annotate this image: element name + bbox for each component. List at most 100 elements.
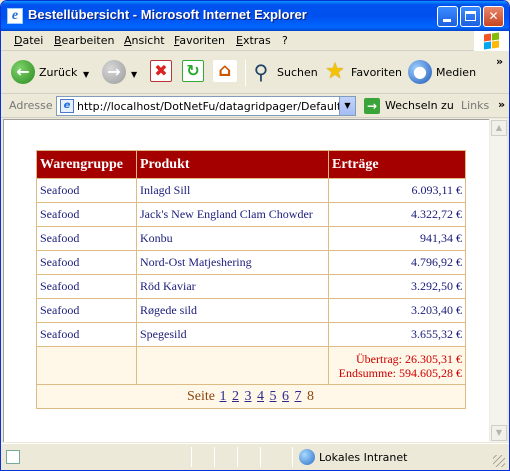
page-link-7[interactable]: 7	[295, 389, 302, 404]
resize-grip[interactable]	[493, 455, 505, 467]
status-separator	[214, 447, 215, 467]
minimize-icon	[443, 19, 451, 22]
address-url[interactable]: http://localhost/DotNetFu/datagridpager/…	[77, 100, 343, 113]
page-link-6[interactable]: 6	[282, 389, 289, 404]
table-row: Seafood Spegesild 3.655,32 €	[36, 322, 466, 347]
cell-produkt: Spegesild	[136, 322, 329, 347]
menu-help[interactable]: ?	[282, 34, 288, 47]
favorites-star-icon: ★	[325, 59, 345, 84]
cell-ertraege: 3.292,50 €	[328, 274, 466, 299]
cell-warengruppe: Seafood	[36, 202, 137, 227]
grid-footer-row: Übertrag: 26.305,31 € Endsumme: 594.605,…	[36, 346, 466, 385]
page-link-5[interactable]: 5	[270, 389, 277, 404]
stop-button[interactable]: ✖	[150, 60, 174, 86]
intranet-zone-icon	[299, 449, 315, 465]
page-content: Warengruppe Produkt Erträge Seafood Inla…	[3, 119, 489, 442]
toolbar: ← Zurück ▼ → ▼ ✖ ↻ ⌂ ⚲ Suchen ★ Favorite…	[1, 52, 509, 94]
refresh-button[interactable]: ↻	[182, 60, 206, 86]
menu-datei[interactable]: Datei	[14, 34, 43, 47]
maximize-button[interactable]	[460, 6, 481, 27]
address-field[interactable]: e http://localhost/DotNetFu/datagridpage…	[56, 96, 356, 116]
page-link-3[interactable]: 3	[245, 389, 252, 404]
status-separator	[237, 447, 238, 467]
column-header-warengruppe: Warengruppe	[36, 150, 137, 179]
page-favicon-icon: e	[60, 99, 74, 113]
cell-warengruppe: Seafood	[36, 298, 137, 323]
cell-produkt: Röd Kaviar	[136, 274, 329, 299]
media-button[interactable]: ● Medien	[408, 60, 476, 86]
page-link-4[interactable]: 4	[257, 389, 264, 404]
forward-button[interactable]: →	[102, 60, 126, 86]
page-link-1[interactable]: 1	[220, 389, 227, 404]
search-button[interactable]: ⚲ Suchen	[249, 60, 318, 86]
pager: Seite 1 2 3 4 5 6 7 8	[36, 384, 466, 409]
menu-extras[interactable]: Extras	[236, 34, 271, 47]
cell-warengruppe: Seafood	[36, 226, 137, 251]
refresh-icon: ↻	[182, 60, 204, 82]
grid-pager-row: Seite 1 2 3 4 5 6 7 8	[36, 384, 466, 409]
media-label: Medien	[436, 66, 477, 79]
cell-ertraege: 941,34 €	[328, 226, 466, 251]
back-label: Zurück	[39, 66, 78, 79]
table-row: Seafood Jack's New England Clam Chowder …	[36, 202, 466, 227]
back-arrow-icon: ←	[11, 60, 35, 84]
status-separator	[260, 447, 261, 467]
menu-bar: Datei Bearbeiten Ansicht Favoriten Extra…	[1, 31, 509, 51]
page-link-2[interactable]: 2	[232, 389, 239, 404]
back-button[interactable]: ← Zurück	[11, 60, 89, 86]
stop-icon: ✖	[150, 60, 172, 82]
data-grid: Warengruppe Produkt Erträge Seafood Inla…	[36, 150, 466, 409]
column-header-ertraege: Erträge	[328, 150, 466, 179]
favorites-button[interactable]: ★ Favoriten	[323, 59, 402, 86]
footer-cell-empty	[36, 346, 137, 385]
footer-cell-empty	[136, 346, 329, 385]
title-bar[interactable]: e Bestellübersicht - Microsoft Internet …	[1, 1, 509, 31]
search-icon: ⚲	[253, 60, 269, 84]
table-row: Seafood Röd Kaviar 3.292,50 €	[36, 274, 466, 299]
go-button[interactable]: Wechseln zu	[385, 99, 454, 112]
cell-warengruppe: Seafood	[36, 322, 137, 347]
status-separator	[191, 447, 192, 467]
status-separator	[292, 447, 293, 467]
links-label[interactable]: Links	[461, 99, 489, 112]
windows-logo-icon	[474, 31, 509, 51]
cell-warengruppe: Seafood	[36, 178, 137, 203]
grand-total-text: Endsumme: 594.605,28 €	[338, 365, 462, 380]
vertical-scrollbar[interactable]: ▲ ▼	[489, 119, 507, 442]
scroll-down-button[interactable]: ▼	[491, 425, 507, 441]
pager-label: Seite	[187, 388, 215, 404]
forward-dropdown-icon[interactable]: ▼	[131, 70, 137, 79]
table-row: Seafood Røgede sild 3.203,40 €	[36, 298, 466, 323]
cell-produkt: Røgede sild	[136, 298, 329, 323]
cell-warengruppe: Seafood	[36, 274, 137, 299]
grid-header-row: Warengruppe Produkt Erträge	[36, 150, 466, 179]
footer-totals-cell: Übertrag: 26.305,31 € Endsumme: 594.605,…	[328, 346, 466, 385]
address-dropdown-icon[interactable]: ▼	[339, 97, 355, 115]
menu-ansicht[interactable]: Ansicht	[124, 34, 165, 47]
close-button[interactable]: ✕	[483, 6, 504, 27]
toolbar-separator	[245, 60, 246, 86]
current-page: 8	[307, 388, 314, 404]
close-icon: ✕	[488, 9, 499, 23]
address-label: Adresse	[9, 99, 53, 112]
cell-warengruppe: Seafood	[36, 250, 137, 275]
go-arrow-icon[interactable]: →	[364, 98, 380, 114]
window-title: Bestellübersicht - Microsoft Internet Ex…	[28, 7, 307, 22]
links-chevron-icon[interactable]: »	[498, 98, 505, 111]
table-row: Seafood Konbu 941,34 €	[36, 226, 466, 251]
toolbar-chevron-icon[interactable]: »	[496, 55, 503, 68]
ie-logo-icon: e	[7, 8, 23, 24]
cell-produkt: Konbu	[136, 226, 329, 251]
menu-bearbeiten[interactable]: Bearbeiten	[54, 34, 114, 47]
scroll-up-button[interactable]: ▲	[491, 120, 507, 136]
search-label: Suchen	[277, 66, 318, 79]
page-status-icon	[6, 450, 20, 464]
cell-ertraege: 6.093,11 €	[328, 178, 466, 203]
status-bar: Lokales Intranet	[1, 443, 509, 470]
home-button[interactable]: ⌂	[213, 60, 239, 86]
back-dropdown-icon[interactable]: ▼	[83, 70, 89, 79]
cell-ertraege: 3.655,32 €	[328, 322, 466, 347]
minimize-button[interactable]	[437, 6, 458, 27]
cell-ertraege: 3.203,40 €	[328, 298, 466, 323]
menu-favoriten[interactable]: Favoriten	[174, 34, 225, 47]
